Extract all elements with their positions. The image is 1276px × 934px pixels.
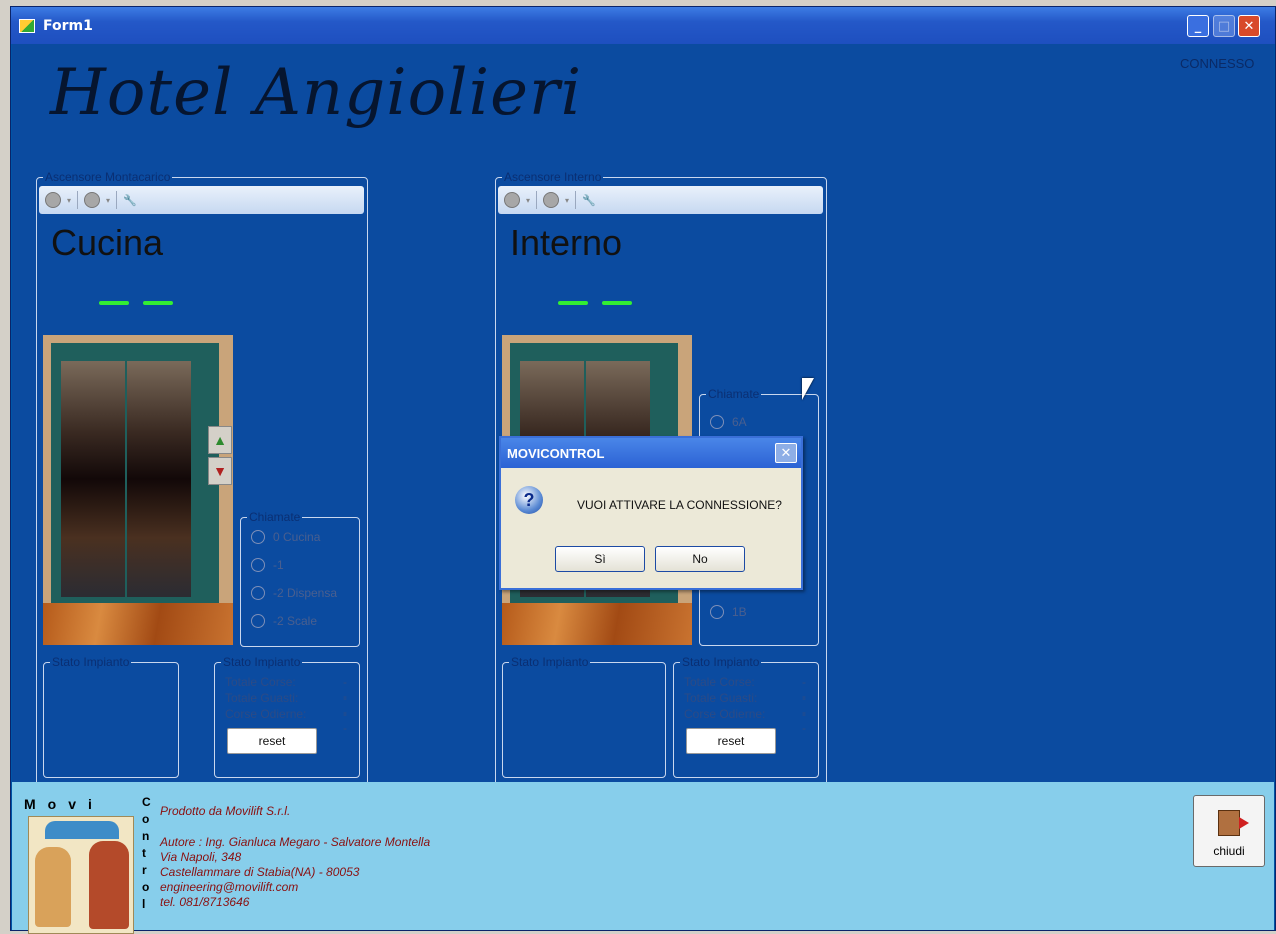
reset-button[interactable]: reset [686,728,776,754]
toolbar-separator [575,191,577,209]
circle-icon[interactable] [543,192,560,208]
stat-totale-corse: Totale Corse: -- [225,675,347,703]
stat-corse-odierne: Corse Odierne: -- [225,707,347,735]
toolbar-separator [536,191,538,209]
group-label: Chiamate [706,387,762,401]
dropdown-arrow-icon[interactable]: ▾ [67,196,71,205]
dialog-message: VUOI ATTIVARE LA CONNESSIONE? [577,498,782,512]
question-icon: ? [515,486,543,514]
address-line-1: Via Napoli, 348 [160,850,242,864]
window-title: Form1 [43,17,93,34]
minimize-button[interactable]: _ [1187,15,1209,37]
floor-display [558,301,632,305]
produced-by: Prodotto da Movilift S.r.l. [160,804,291,818]
dialog-title[interactable]: MOVICONTROL [501,438,801,468]
exit-door-icon [1218,810,1249,836]
group-label: Chiamate [247,510,303,524]
call-radio[interactable]: -2 Scale [251,614,317,628]
chiudi-label: chiudi [1213,844,1245,858]
group-label: Stato Impianto [509,655,591,669]
dropdown-arrow-icon[interactable]: ▾ [526,196,530,205]
stat-totale-corse: Totale Corse: -- [684,675,806,703]
connection-dialog: MOVICONTROL ✕ ? VUOI ATTIVARE LA CONNESS… [499,436,803,590]
dialog-close-button[interactable]: ✕ [775,443,797,463]
call-radio[interactable]: -1 [251,558,284,572]
group-stato-impianto-right: Stato Impianto Totale Corse: -- Totale Gu… [673,655,819,778]
call-radio[interactable]: 1B [710,605,747,619]
stat-totale-guasti: Totale Guasti: -- [225,691,347,719]
up-arrow-icon[interactable]: ▲ [208,426,232,454]
call-radio[interactable]: 0 Cucina [251,530,320,544]
movicontrol-logo: Movi Control [18,788,151,934]
call-radio[interactable]: 6A [710,415,747,429]
elevator-picture [43,335,233,645]
maximize-button: □ [1213,15,1235,37]
group-label: Stato Impianto [680,655,762,669]
group-label: Ascensore Montacarico [43,170,173,184]
toolbar-separator [116,191,118,209]
yes-button[interactable]: Sì [555,546,645,572]
group-label: Stato Impianto [221,655,303,669]
down-arrow-icon[interactable]: ▼ [208,457,232,485]
logo-text-side: Control [142,795,151,911]
chiudi-button[interactable]: chiudi [1193,795,1265,867]
dropdown-arrow-icon[interactable]: ▾ [106,196,110,205]
wrench-icon[interactable]: 🔧 [123,194,137,207]
group-stato-impianto-left: Stato Impianto [43,655,179,778]
phone: tel. 081/8713646 [160,895,250,909]
wrench-icon[interactable]: 🔧 [582,194,596,207]
car-name: Interno [510,222,623,263]
stop-icon[interactable] [504,192,520,208]
call-radio[interactable]: -2 Dispensa [251,586,337,600]
group-ascensore-montacarico: Ascensore Montacarico ▾ ▾ 🔧 Cucina ▲ ▼ C… [36,170,368,786]
toolbar-separator [77,191,79,209]
mouse-cursor-icon [802,378,814,400]
hotel-title: Hotel Angiolieri [50,56,583,130]
authors: Autore : Ing. Gianluca Megaro - Salvator… [160,835,431,849]
credits: Prodotto da Movilift S.r.l. Autore : Ing… [160,804,430,910]
main-window: Form1 _ □ ✕ Hotel Angiolieri CONNESSO As… [10,6,1276,934]
close-button[interactable]: ✕ [1238,15,1260,37]
group-chiamate: Chiamate 0 Cucina -1 -2 Dispensa -2 Scal… [240,510,360,647]
stat-corse-odierne: Corse Odierne: -- [684,707,806,735]
stat-totale-guasti: Totale Guasti: -- [684,691,806,719]
stop-icon[interactable] [45,192,61,208]
elevator-toolbar: ▾ ▾ 🔧 [39,186,364,214]
floor-display [99,301,173,305]
no-button[interactable]: No [655,546,745,572]
reset-button[interactable]: reset [227,728,317,754]
logo-text-top: Movi [24,796,92,812]
elevator-illustration [28,816,134,934]
form-client-area: Hotel Angiolieri CONNESSO Ascensore Mont… [12,44,1274,786]
app-icon [19,18,35,33]
dropdown-arrow-icon[interactable]: ▾ [565,196,569,205]
car-name: Cucina [51,222,164,263]
group-label: Stato Impianto [50,655,132,669]
title-bar[interactable]: Form1 _ □ ✕ [11,7,1275,44]
email: engineering@movilift.com [160,880,299,894]
group-label: Ascensore Interno [502,170,604,184]
group-stato-impianto-left: Stato Impianto [502,655,666,778]
footer-panel: Movi Control Prodotto da Movilift S.r.l.… [12,782,1274,934]
elevator-toolbar: ▾ ▾ 🔧 [498,186,823,214]
address-line-2: Castellammare di Stabia(NA) - 80053 [160,865,360,879]
connection-status: CONNESSO [1180,56,1255,71]
group-stato-impianto-right: Stato Impianto Totale Corse: -- Totale Gu… [214,655,360,778]
circle-icon[interactable] [84,192,101,208]
